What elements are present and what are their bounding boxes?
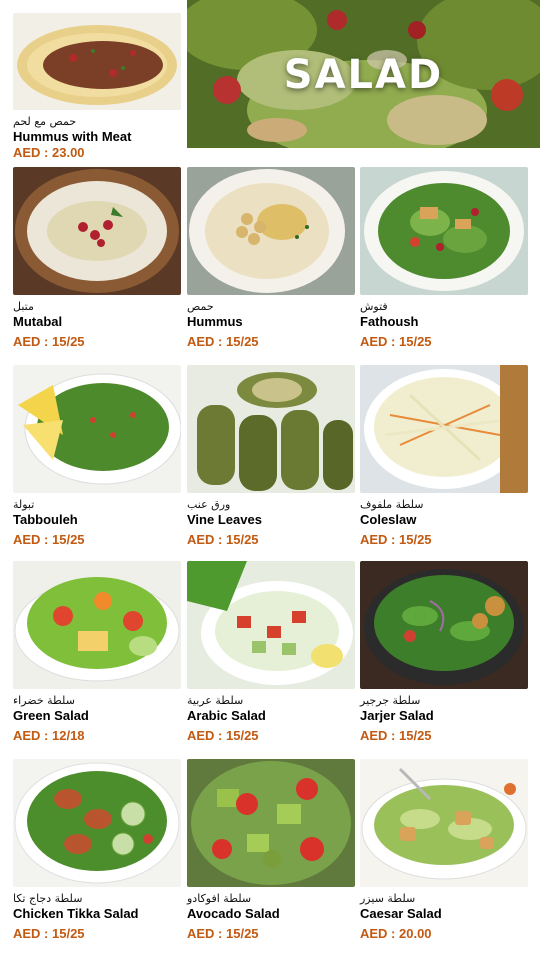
item-name: Arabic Salad <box>187 708 266 723</box>
item-photo <box>360 167 528 295</box>
item-photo <box>13 13 181 110</box>
item-price: AED : 15/25 <box>13 334 85 349</box>
item-name-arabic: ورق عنب <box>187 498 231 511</box>
item-name: Tabbouleh <box>13 512 78 527</box>
item-photo <box>187 561 355 689</box>
item-name-arabic: تبولة <box>13 498 35 511</box>
item-photo <box>360 759 528 887</box>
menu-item[interactable]: سلطة افوكادو Avocado Salad AED : 15/25 <box>187 759 355 941</box>
item-name: Coleslaw <box>360 512 417 527</box>
item-price: AED : 15/25 <box>360 334 432 349</box>
page-title: SALAD <box>283 52 444 98</box>
item-price: AED : 12/18 <box>13 728 85 743</box>
item-name: Caesar Salad <box>360 906 442 921</box>
item-name-arabic: متبل <box>13 300 34 313</box>
item-name-arabic: سلطة خضراء <box>13 694 75 707</box>
item-name: Fathoush <box>360 314 419 329</box>
item-price: AED : 15/25 <box>360 728 432 743</box>
item-price: AED : 15/25 <box>187 334 259 349</box>
item-photo <box>187 167 355 295</box>
item-photo <box>187 365 355 493</box>
item-name: Green Salad <box>13 708 89 723</box>
item-name-arabic: سلطة سيزر <box>360 892 416 905</box>
item-price: AED : 15/25 <box>13 532 85 547</box>
item-name: Hummus <box>187 314 243 329</box>
item-name-arabic: سلطة افوكادو <box>187 892 252 905</box>
menu-item[interactable]: فتوش Fathoush AED : 15/25 <box>360 167 528 349</box>
item-name-arabic: سلطة عربية <box>187 694 244 707</box>
menu-item[interactable]: سلطة سيزر Caesar Salad AED : 20.00 <box>360 759 528 941</box>
item-name-arabic: فتوش <box>360 300 388 313</box>
item-name-arabic: حمص <box>187 300 214 313</box>
menu-item[interactable]: حمص Hummus AED : 15/25 <box>187 167 355 349</box>
item-photo <box>13 759 181 887</box>
item-name-arabic: سلطة جرجير <box>360 694 421 707</box>
menu-item[interactable]: سلطة خضراء Green Salad AED : 12/18 <box>13 561 181 743</box>
item-name: Chicken Tikka Salad <box>13 906 139 921</box>
item-name: Mutabal <box>13 314 63 329</box>
menu-item[interactable]: سلطة عربية Arabic Salad AED : 15/25 <box>187 561 355 743</box>
item-price: AED : 15/25 <box>187 926 259 941</box>
menu-item[interactable]: سلطة دجاج تكا Chicken Tikka Salad AED : … <box>13 759 181 941</box>
item-price: AED : 23.00 <box>13 145 85 160</box>
item-photo <box>360 561 528 689</box>
item-photo <box>13 365 181 493</box>
item-name: Hummus with Meat <box>13 129 132 144</box>
item-photo <box>360 365 528 493</box>
item-price: AED : 15/25 <box>187 532 259 547</box>
hero-banner: SALAD <box>187 0 540 148</box>
item-photo <box>13 561 181 689</box>
menu-item[interactable]: سلطة ملفوف Coleslaw AED : 15/25 <box>360 365 528 547</box>
menu-item[interactable]: تبولة Tabbouleh AED : 15/25 <box>13 365 181 547</box>
menu-item[interactable]: حمص مع لحم Hummus with Meat AED : 23.00 <box>13 13 181 160</box>
item-name: Vine Leaves <box>187 512 262 527</box>
item-price: AED : 15/25 <box>187 728 259 743</box>
item-price: AED : 15/25 <box>13 926 85 941</box>
item-price: AED : 20.00 <box>360 926 432 941</box>
item-name-arabic: حمص مع لحم <box>13 115 77 128</box>
item-photo <box>187 759 355 887</box>
menu-item[interactable]: متبل Mutabal AED : 15/25 <box>13 167 181 349</box>
item-name-arabic: سلطة ملفوف <box>360 498 424 511</box>
menu-item[interactable]: ورق عنب Vine Leaves AED : 15/25 <box>187 365 355 547</box>
menu-item[interactable]: سلطة جرجير Jarjer Salad AED : 15/25 <box>360 561 528 743</box>
item-name-arabic: سلطة دجاج تكا <box>13 892 83 905</box>
item-photo <box>13 167 181 295</box>
item-price: AED : 15/25 <box>360 532 432 547</box>
item-name: Avocado Salad <box>187 906 280 921</box>
item-name: Jarjer Salad <box>360 708 434 723</box>
